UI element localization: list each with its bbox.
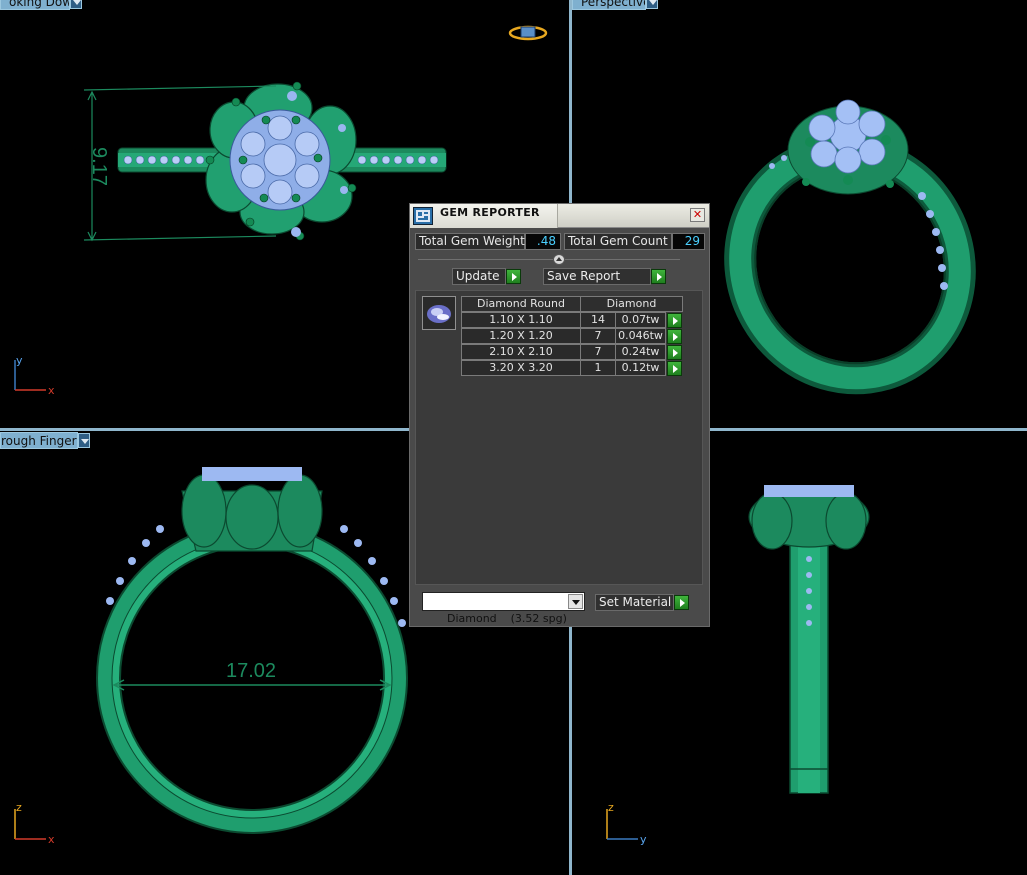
panel-splitter	[418, 259, 680, 260]
cad-workspace: 9.17 y x 17.02 z x z y oking Do Perspect…	[0, 0, 1027, 875]
axis-label-z-right: z	[608, 801, 614, 814]
gem-reporter-panel: GEM REPORTER ✕ Total Gem Weight .48 Tota…	[409, 203, 710, 627]
material-select-value: Diamond (3.52 spg)	[446, 612, 567, 625]
gem-size-cell: 1.20 X 1.20	[461, 328, 581, 344]
total-gem-weight-label: Total Gem Weight	[415, 233, 525, 250]
gem-count-cell: 7	[580, 344, 616, 360]
gem-weight-cell: 0.07tw	[615, 312, 666, 328]
collapse-toggle-icon[interactable]	[553, 254, 565, 265]
row-select-play-icon[interactable]	[667, 329, 682, 344]
gem-weight-cell: 0.12tw	[615, 360, 666, 376]
header-diamond-round: Diamond Round	[461, 296, 581, 312]
row-select-play-icon[interactable]	[667, 361, 682, 376]
row-select-play-icon[interactable]	[667, 345, 682, 360]
close-icon[interactable]: ✕	[690, 208, 705, 222]
dimension-label-top: 9.17	[87, 147, 110, 186]
set-material-button[interactable]: Set Material	[595, 594, 674, 611]
gem-icon[interactable]	[422, 296, 456, 330]
viewport-menu-arrow-bl[interactable]	[78, 433, 90, 448]
gem-size-cell: 1.10 X 1.10	[461, 312, 581, 328]
gem-reporter-title-bar[interactable]: GEM REPORTER ✕	[410, 204, 709, 228]
axis-label-y-right: y	[640, 833, 647, 845]
chevron-down-icon[interactable]	[568, 594, 583, 609]
gem-reporter-tab[interactable]: GEM REPORTER	[410, 204, 558, 228]
viewport-menu-arrow-tr[interactable]	[646, 0, 658, 9]
viewport-menu-arrow-tl[interactable]	[70, 0, 82, 9]
axis-label-x: x	[48, 384, 55, 396]
gem-count-cell: 14	[580, 312, 616, 328]
gem-weight-cell: 0.24tw	[615, 344, 666, 360]
axis-indicator-xy: y x	[14, 354, 55, 396]
axis-label-x-bottom: x	[48, 833, 55, 845]
update-play-icon[interactable]	[506, 269, 521, 284]
save-report-button[interactable]: Save Report	[543, 268, 651, 285]
dimension-label-front: 17.02	[226, 660, 277, 682]
view-cube-icon[interactable]	[508, 24, 548, 42]
gem-reporter-app-icon	[413, 207, 433, 225]
material-select[interactable]: Diamond (3.52 spg)	[422, 592, 585, 625]
gem-count-cell: 7	[580, 328, 616, 344]
axis-label-z: z	[16, 801, 22, 814]
axis-label-y: y	[16, 354, 23, 367]
row-select-play-icon[interactable]	[667, 313, 682, 328]
gem-weight-cell: 0.046tw	[615, 328, 666, 344]
total-gem-count-value: 29	[672, 233, 705, 250]
gem-size-cell: 2.10 X 2.10	[461, 344, 581, 360]
gem-size-cell: 3.20 X 3.20	[461, 360, 581, 376]
viewport-label-looking-down[interactable]: oking Down	[0, 0, 70, 10]
set-material-play-icon[interactable]	[674, 595, 689, 610]
viewport-label-perspective[interactable]: Perspective	[572, 0, 646, 10]
gem-reporter-title: GEM REPORTER	[440, 206, 540, 219]
axis-indicator-xz: z x	[14, 801, 55, 845]
total-gem-weight-value: .48	[525, 233, 561, 250]
gem-list: Diamond Round Diamond 1.10 X 1.10 14 0.0…	[415, 290, 703, 585]
header-diamond: Diamond	[580, 296, 683, 312]
axis-indicator-yz: z y	[606, 801, 647, 845]
save-report-play-icon[interactable]	[651, 269, 666, 284]
total-gem-count-label: Total Gem Count	[564, 233, 672, 250]
update-button[interactable]: Update	[452, 268, 506, 285]
gem-count-cell: 1	[580, 360, 616, 376]
viewport-label-through-finger[interactable]: rough Finger	[0, 432, 78, 449]
